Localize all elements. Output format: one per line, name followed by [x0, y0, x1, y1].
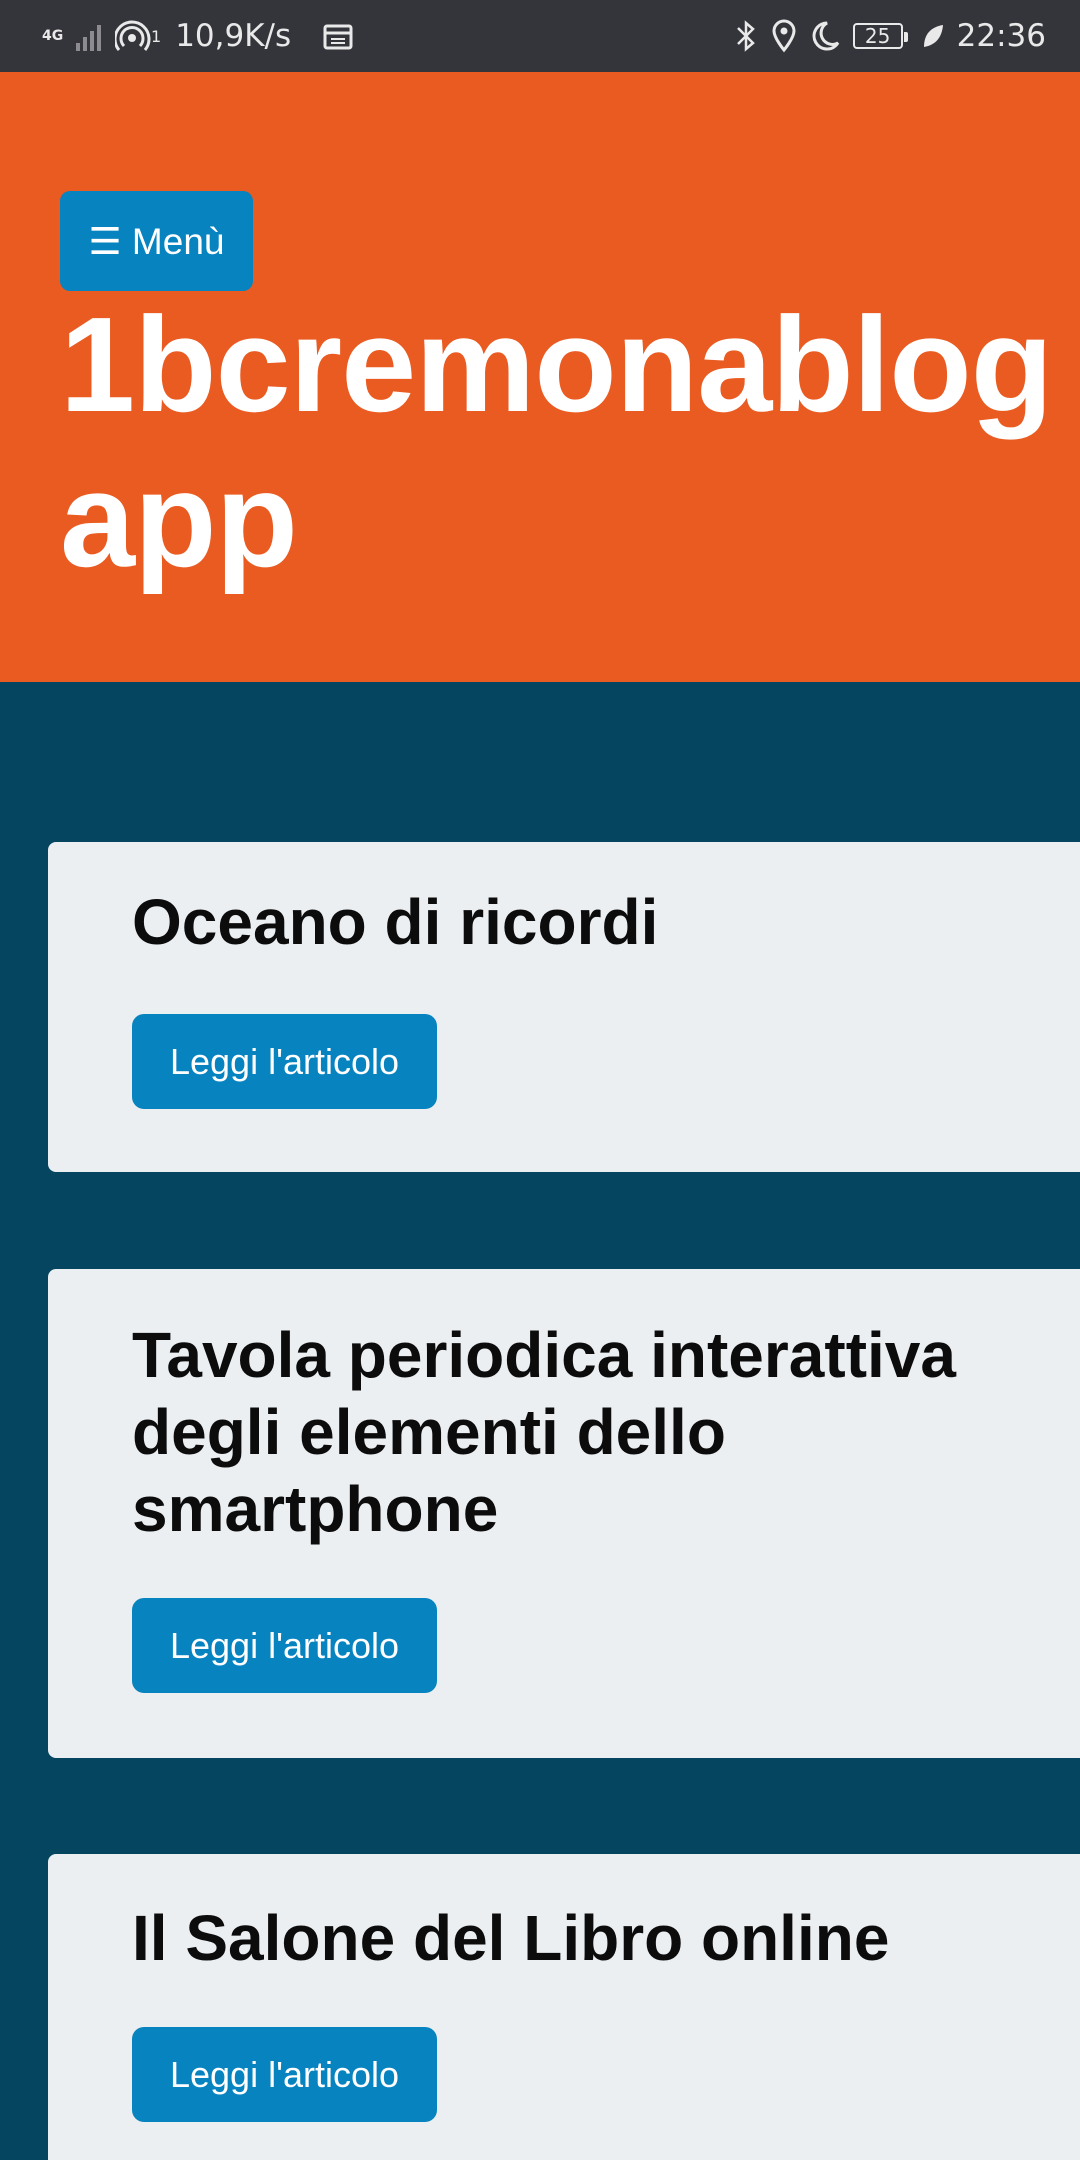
- leaf-icon: [921, 22, 945, 50]
- location-icon: [771, 19, 797, 53]
- calendar-icon: [323, 22, 353, 50]
- hotspot-icon: 1: [115, 19, 161, 53]
- moon-icon: [809, 19, 841, 53]
- network-type: 4G: [42, 28, 64, 44]
- clock: 22:36: [956, 18, 1046, 54]
- signal-icon: [76, 21, 101, 51]
- network-speed: 10,9K/s: [175, 18, 292, 54]
- status-bar-left: 4G 1 10,9K/s: [42, 0, 353, 72]
- read-article-button[interactable]: Leggi l'articolo: [132, 1014, 437, 1109]
- read-article-button[interactable]: Leggi l'articolo: [132, 2027, 437, 2122]
- status-bar-right: 25 22:36: [733, 0, 1046, 72]
- article-title: Il Salone del Libro online: [132, 1902, 890, 1974]
- site-title: 1bcremonablog app: [60, 289, 1053, 595]
- read-article-button[interactable]: Leggi l'articolo: [132, 1598, 437, 1693]
- battery-icon: 25: [852, 23, 908, 49]
- battery-level: 25: [864, 24, 891, 48]
- article-card: Tavola periodica interattiva degli eleme…: [48, 1269, 1080, 1758]
- article-title: Oceano di ricordi: [132, 886, 659, 958]
- menu-button[interactable]: ☰ Menù: [60, 191, 253, 291]
- article-card: Il Salone del Libro online Leggi l'artic…: [48, 1854, 1080, 2160]
- site-header: ☰ Menù 1bcremonablog app: [0, 72, 1080, 682]
- article-title: Tavola periodica interattiva degli eleme…: [132, 1319, 956, 1545]
- article-card: Oceano di ricordi Leggi l'articolo: [48, 842, 1080, 1172]
- bluetooth-icon: [733, 19, 759, 53]
- hotspot-count: 1: [151, 26, 162, 46]
- status-bar: 4G 1 10,9K/s 25 22:36: [0, 0, 1080, 72]
